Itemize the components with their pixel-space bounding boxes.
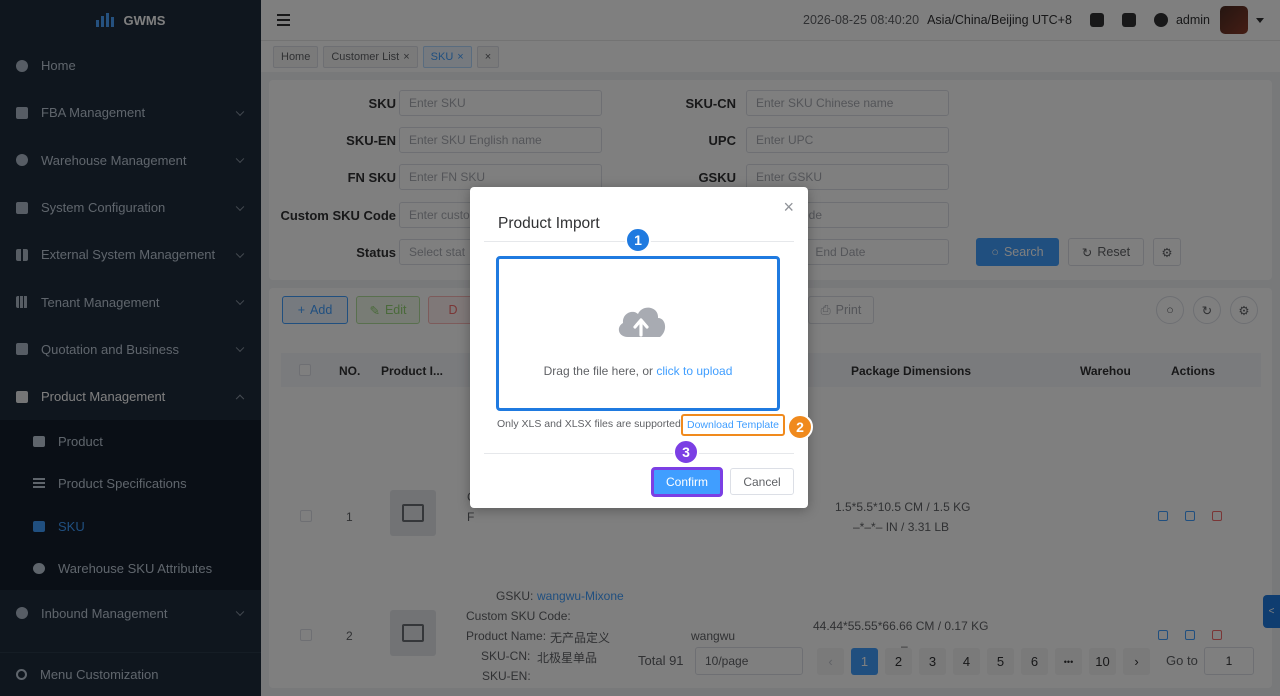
cloud-upload-icon <box>618 307 666 337</box>
divider <box>484 453 794 454</box>
click-to-upload-link[interactable]: click to upload <box>656 364 732 378</box>
confirm-button[interactable]: Confirm <box>651 467 723 497</box>
drag-text: Drag the file here, or <box>543 364 657 378</box>
step-badge-2: 2 <box>787 414 813 440</box>
cancel-button[interactable]: Cancel <box>730 468 794 495</box>
upload-dropzone[interactable]: Drag the file here, or click to upload <box>496 256 780 411</box>
close-icon[interactable]: × <box>783 197 794 218</box>
file-type-hint: Only XLS and XLSX files are supported. <box>497 418 684 430</box>
dialog-title: Product Import <box>498 215 600 232</box>
step-badge-1: 1 <box>625 227 651 253</box>
step-badge-3: 3 <box>673 439 699 465</box>
dropzone-text: Drag the file here, or click to upload <box>499 364 777 378</box>
product-import-dialog: Product Import × Drag the file here, or … <box>470 187 813 508</box>
download-template-link[interactable]: Download Template <box>681 414 785 436</box>
